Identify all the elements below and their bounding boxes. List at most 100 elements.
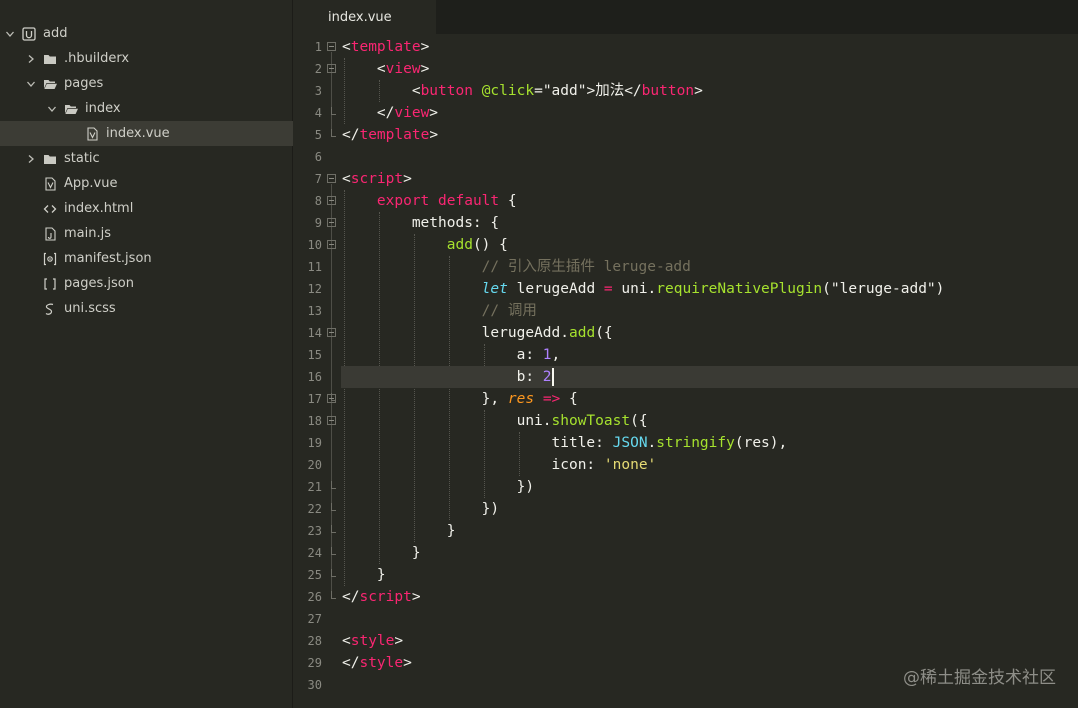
code-token: button xyxy=(641,83,695,99)
code-line: }) xyxy=(341,498,1078,520)
line-number: 11 xyxy=(307,260,322,274)
line-number: 19 xyxy=(307,436,322,450)
code-token: script xyxy=(359,589,412,605)
line-number: 14 xyxy=(307,326,322,340)
code-line: }, res => { xyxy=(341,388,1078,410)
code-line: </script> xyxy=(341,586,1078,608)
code-token: add xyxy=(446,237,473,253)
code-token: ("leruge-add") xyxy=(822,281,945,297)
tree-item-label: pages xyxy=(64,76,104,91)
code-token: () { xyxy=(472,237,508,253)
code-token: // 调用 xyxy=(481,303,537,319)
tab-index-vue[interactable]: index.vue xyxy=(294,0,436,34)
code-line: title: JSON.stringify(res), xyxy=(341,432,1078,454)
vue-file-icon xyxy=(85,126,99,141)
code-token: } xyxy=(411,545,421,561)
code-line: export default { xyxy=(341,190,1078,212)
tab-label: index.vue xyxy=(328,9,392,25)
line-number: 13 xyxy=(307,304,322,318)
code-token: ({ xyxy=(630,413,648,429)
tree-item-label: index.vue xyxy=(106,126,170,141)
fold-end-icon xyxy=(331,129,336,137)
tree-item-app-vue[interactable]: App.vue xyxy=(0,171,293,196)
code-token: default xyxy=(438,193,500,209)
code-line: // 引入原生插件 leruge-add xyxy=(341,256,1078,278)
code-line: } xyxy=(341,520,1078,542)
fold-toggle-icon[interactable] xyxy=(327,42,336,51)
code-token: @click xyxy=(481,83,535,99)
code-token: add xyxy=(568,325,596,341)
tree-item-index[interactable]: index xyxy=(0,96,293,121)
tree-item-manifest-json[interactable]: manifest.json xyxy=(0,246,293,271)
tree-item-index-vue[interactable]: index.vue xyxy=(0,121,293,146)
code-token: script xyxy=(350,171,404,187)
fold-toggle-icon[interactable] xyxy=(327,218,336,227)
code-token: < xyxy=(342,39,351,55)
tree-item-hbuilderx[interactable]: .hbuilderx xyxy=(0,46,293,71)
code-editor[interactable]: 1 2 3 4 5 6 7 8 9 10 11 12 13 14 15 16 17 18 19 20 21 22 23 24 2… xyxy=(294,34,1078,708)
line-number: 20 xyxy=(307,458,322,472)
chevron-down-icon[interactable] xyxy=(25,78,37,90)
fold-toggle-icon[interactable] xyxy=(327,394,336,403)
code-token: requireNativePlugin xyxy=(656,281,823,297)
fold-toggle-icon[interactable] xyxy=(327,416,336,425)
line-number: 17 xyxy=(307,392,322,406)
code-token: view xyxy=(385,61,421,77)
tree-item-label: index xyxy=(85,101,121,116)
code-token: let xyxy=(481,281,508,297)
line-number: 5 xyxy=(314,128,322,142)
fold-toggle-icon[interactable] xyxy=(327,64,336,73)
vue-file-icon xyxy=(43,176,57,191)
html-file-icon xyxy=(43,202,57,216)
fold-end-icon xyxy=(331,591,336,599)
tree-item-label: index.html xyxy=(64,201,134,216)
line-number: 15 xyxy=(307,348,322,362)
code-token: > xyxy=(429,127,439,143)
code-token: => xyxy=(542,391,561,407)
folder-icon xyxy=(43,52,57,66)
code-token: } xyxy=(446,523,456,539)
tree-item-index-html[interactable]: index.html xyxy=(0,196,293,221)
chevron-down-icon[interactable] xyxy=(4,28,16,40)
code-token: }, xyxy=(481,391,508,407)
code-token: 2 xyxy=(542,369,552,385)
code-area[interactable]: <template> <view> <button @click="add">加法<… xyxy=(341,34,1078,708)
fold-toggle-icon[interactable] xyxy=(327,240,336,249)
code-token: res xyxy=(507,391,535,407)
text-cursor xyxy=(551,368,554,386)
tree-item-pages-json[interactable]: pages.json xyxy=(0,271,293,296)
chevron-right-icon[interactable] xyxy=(25,153,37,165)
code-token: 加法 xyxy=(595,83,625,99)
fold-range-line xyxy=(331,426,332,482)
fold-toggle-icon[interactable] xyxy=(327,328,336,337)
code-token: > xyxy=(420,39,430,55)
line-number: 30 xyxy=(307,678,322,692)
line-number: 12 xyxy=(307,282,322,296)
code-token: style xyxy=(359,655,404,671)
tree-item-label: App.vue xyxy=(64,176,118,191)
tree-item-add[interactable]: add xyxy=(0,21,293,46)
code-line: // 调用 xyxy=(341,300,1078,322)
tree-item-uni-scss[interactable]: uni.scss xyxy=(0,296,293,321)
fold-end-icon xyxy=(331,525,336,533)
line-number: 1 xyxy=(314,40,322,54)
line-number: 4 xyxy=(314,106,322,120)
line-number: 22 xyxy=(307,502,322,516)
fold-toggle-icon[interactable] xyxy=(327,174,336,183)
code-token: { xyxy=(560,391,578,407)
tree-item-pages[interactable]: pages xyxy=(0,71,293,96)
code-line: b: 2 xyxy=(341,366,1078,388)
folder-open-icon xyxy=(64,102,78,116)
tree-item-static[interactable]: static xyxy=(0,146,293,171)
code-token: = xyxy=(534,83,543,99)
chevron-down-icon[interactable] xyxy=(46,103,58,115)
fold-toggle-icon[interactable] xyxy=(327,196,336,205)
line-number: 2 xyxy=(314,62,322,76)
tree-item-main-js[interactable]: main.js xyxy=(0,221,293,246)
code-token: uni. xyxy=(516,413,552,429)
code-line: lerugeAdd.add({ xyxy=(341,322,1078,344)
chevron-right-icon[interactable] xyxy=(25,53,37,65)
code-line: add() { xyxy=(341,234,1078,256)
